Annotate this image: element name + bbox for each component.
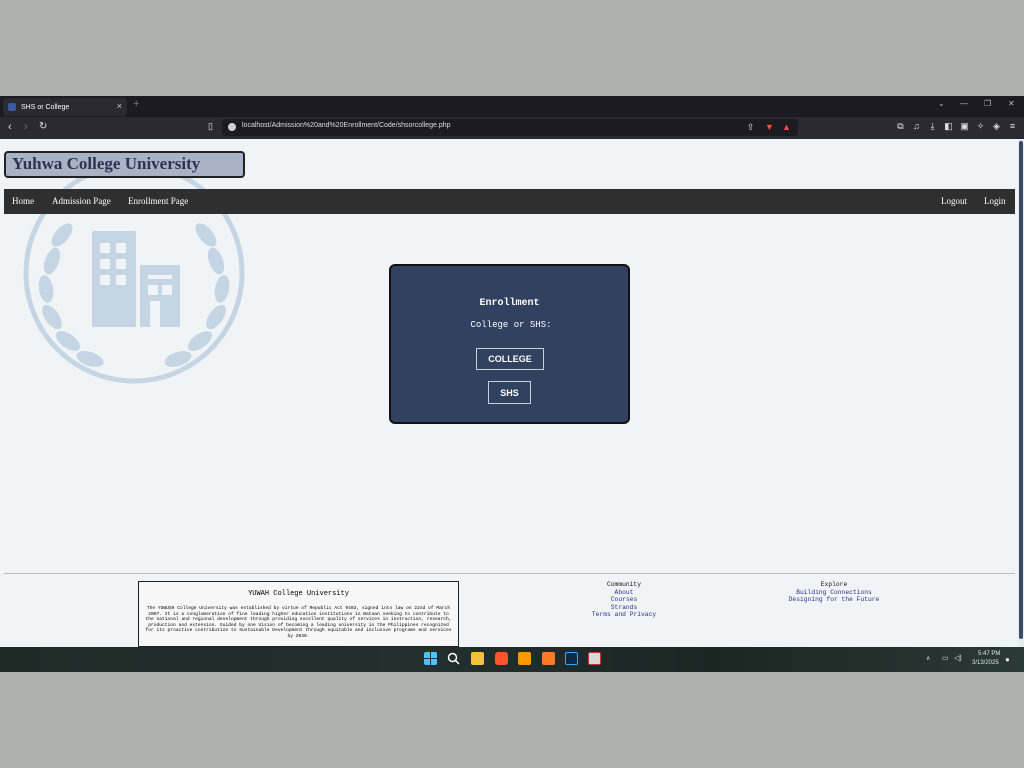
photoshop-icon[interactable] <box>565 652 578 665</box>
search-icon[interactable] <box>447 652 460 665</box>
scrollbar-thumb[interactable] <box>1019 141 1023 639</box>
site-title: Yuhwa College University <box>4 151 245 178</box>
url-bar[interactable]: localhost/Admission%20and%20Enrollment/C… <box>222 119 798 136</box>
clock-date[interactable]: 3/13/2025 <box>972 660 999 666</box>
college-button[interactable]: COLLEGE <box>476 348 544 370</box>
footer-community-column: Community About Courses Strands Terms an… <box>574 581 674 619</box>
windows-taskbar: ∧ ▭ ◁) 5:47 PM 3/13/2025 ● <box>0 647 1024 672</box>
minimize-icon[interactable]: — <box>960 99 968 108</box>
extensions-icon[interactable]: ⧉ <box>896 122 905 131</box>
footer-explore-heading: Explore <box>820 581 848 588</box>
window-close-icon[interactable]: ✕ <box>1008 99 1015 108</box>
footer-link-terms[interactable]: Terms and Privacy <box>574 611 674 619</box>
download-icon[interactable]: ⤓ <box>928 122 937 131</box>
volume-icon[interactable]: ◁) <box>954 654 962 662</box>
footer-community-heading: Community <box>606 581 641 588</box>
tab-list-icon[interactable]: ⌄ <box>938 99 945 108</box>
web-page: Yuhwa College University Home Admission … <box>0 139 1018 647</box>
back-button[interactable]: ‹ <box>8 121 12 133</box>
footer-divider <box>4 573 1015 574</box>
nav-logout-link[interactable]: Logout <box>941 196 967 206</box>
footer-link-about[interactable]: About <box>574 589 674 597</box>
nav-home-link[interactable]: Home <box>12 196 34 206</box>
shs-button[interactable]: SHS <box>488 381 531 404</box>
file-explorer-icon[interactable] <box>471 652 484 665</box>
notepad-icon[interactable] <box>588 652 601 665</box>
browser-tab[interactable]: SHS or College × <box>3 98 127 116</box>
nav-login-link[interactable]: Login <box>984 196 1006 206</box>
music-icon[interactable]: ♫ <box>912 122 921 131</box>
site-info-icon[interactable] <box>228 123 236 131</box>
reload-button[interactable]: ↻ <box>39 121 47 132</box>
xampp-icon[interactable] <box>542 652 555 665</box>
footer-link-strands[interactable]: Strands <box>574 604 674 612</box>
nav-admission-link[interactable]: Admission Page <box>52 196 111 206</box>
wallet-icon[interactable]: ▣ <box>960 122 969 131</box>
nav-enrollment-link[interactable]: Enrollment Page <box>128 196 188 206</box>
browser-tabbar: SHS or College × + ⌄ — ❐ ✕ <box>0 96 1024 117</box>
new-tab-button[interactable]: + <box>133 98 139 110</box>
screen: SHS or College × + ⌄ — ❐ ✕ ‹ › ↻ ▯ local… <box>0 96 1024 672</box>
vpn-icon[interactable]: ◈ <box>992 122 1001 131</box>
share-icon[interactable]: ⇪ <box>746 123 755 132</box>
tray-overflow-icon[interactable]: ∧ <box>926 655 930 662</box>
brave-rewards-icon[interactable]: ▲ <box>782 123 791 132</box>
footer-link-designing-future[interactable]: Designing for the Future <box>774 596 894 604</box>
sidebar-icon[interactable]: ◧ <box>944 122 953 131</box>
favicon-icon <box>8 103 16 111</box>
network-icon[interactable]: ▭ <box>942 654 949 662</box>
leo-ai-icon[interactable]: ✧ <box>976 122 985 131</box>
footer-about-text: The YUWUSH College University was establ… <box>145 606 452 639</box>
notification-bell-icon[interactable]: ● <box>1005 655 1010 664</box>
tab-title: SHS or College <box>21 103 70 111</box>
sublime-text-icon[interactable] <box>518 652 531 665</box>
enrollment-card-title: Enrollment <box>479 298 540 309</box>
maximize-icon[interactable]: ❐ <box>984 99 991 108</box>
footer-link-building-connections[interactable]: Building Connections <box>774 589 894 597</box>
windows-start-icon[interactable] <box>424 652 437 665</box>
tab-close-icon[interactable]: × <box>117 101 122 111</box>
main-navbar: Home Admission Page Enrollment Page Logo… <box>4 189 1015 214</box>
clock-time[interactable]: 5:47 PM <box>978 651 1000 657</box>
enrollment-card: Enrollment College or SHS: COLLEGE SHS <box>389 264 630 424</box>
footer-link-courses[interactable]: Courses <box>574 596 674 604</box>
brave-browser-icon[interactable] <box>495 652 508 665</box>
menu-icon[interactable]: ≡ <box>1008 122 1017 131</box>
footer-about-title: YUWAH College University <box>248 590 349 598</box>
enrollment-card-subtitle: College or SHS: <box>470 320 552 330</box>
footer-explore-column: Explore Building Connections Designing f… <box>774 581 894 604</box>
page-scrollbar[interactable] <box>1018 139 1024 647</box>
brave-shield-icon[interactable]: ▼ <box>765 123 774 132</box>
forward-button[interactable]: › <box>24 121 28 133</box>
url-text[interactable]: localhost/Admission%20and%20Enrollment/C… <box>242 122 451 129</box>
footer-about-box: YUWAH College University The YUWUSH Coll… <box>138 581 459 647</box>
browser-toolbar: ‹ › ↻ ▯ localhost/Admission%20and%20Enro… <box>0 117 1024 139</box>
bookmark-icon[interactable]: ▯ <box>206 122 215 131</box>
